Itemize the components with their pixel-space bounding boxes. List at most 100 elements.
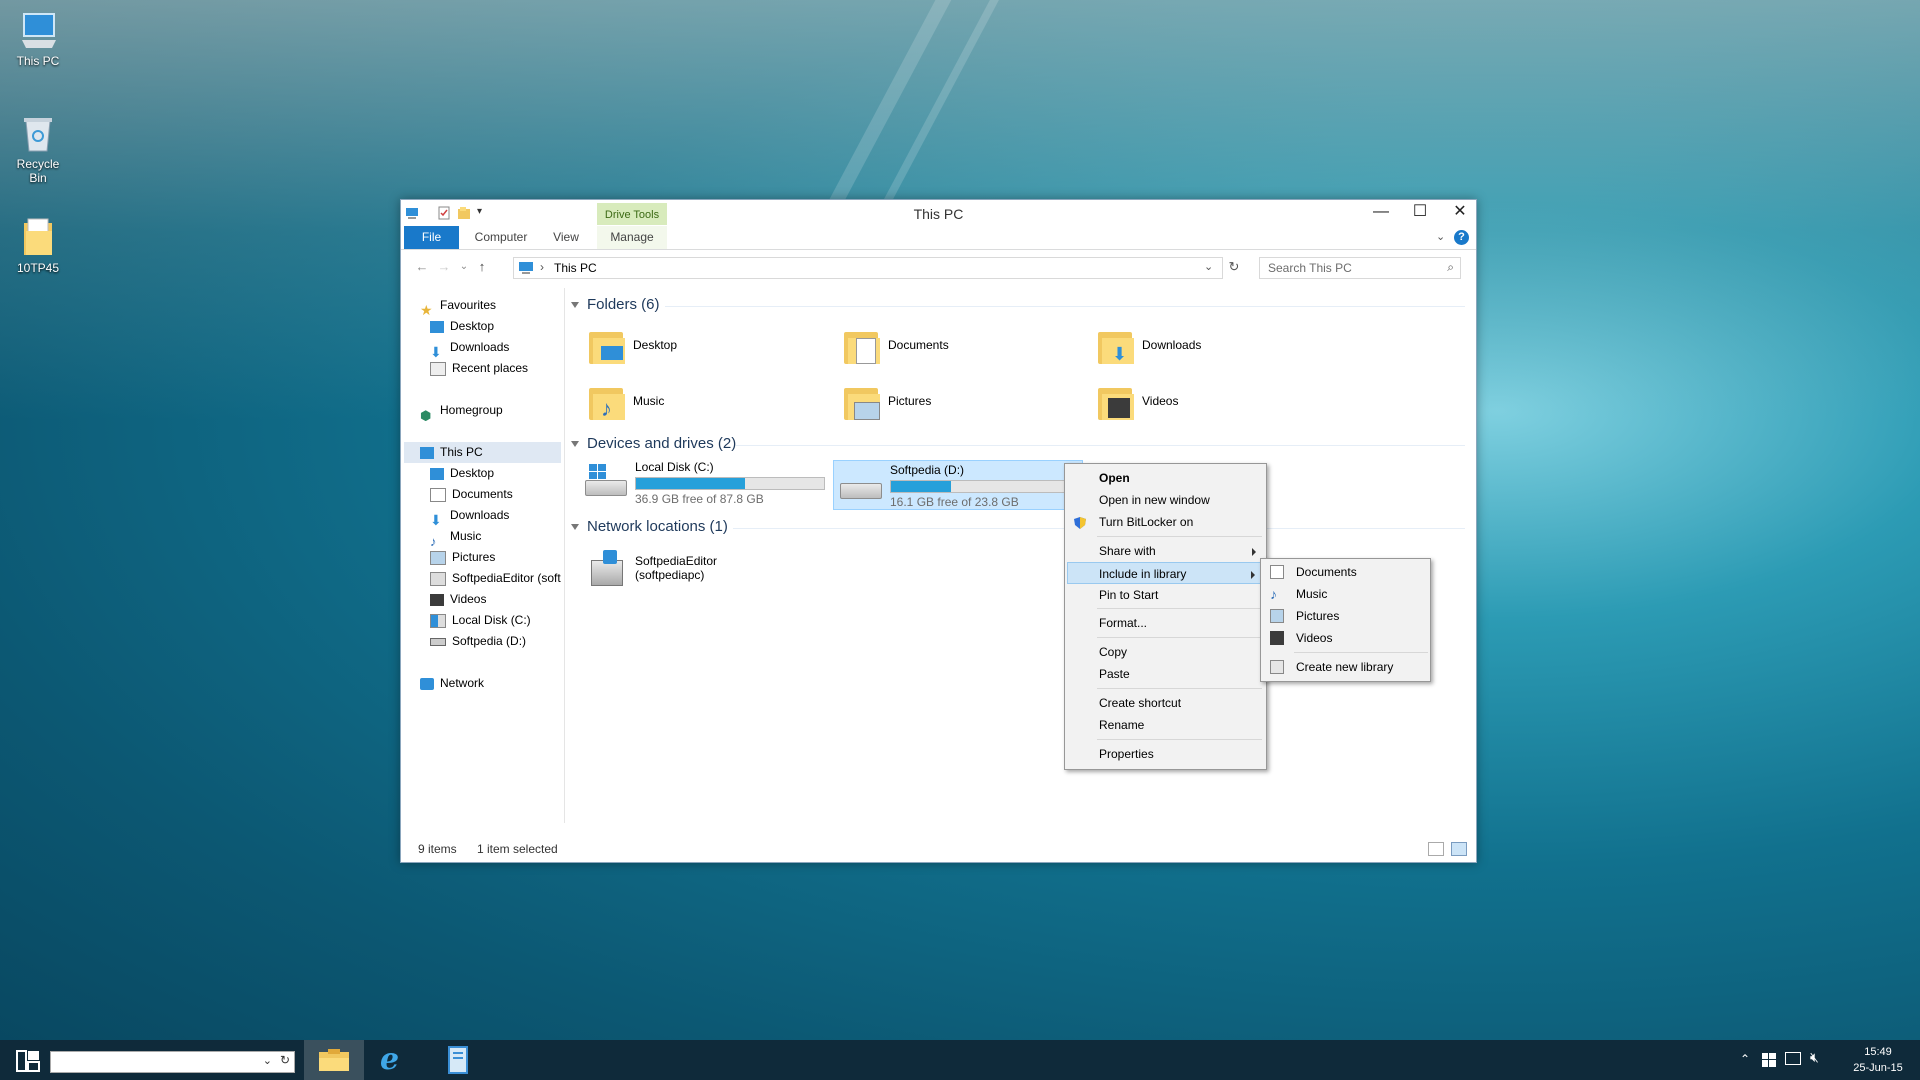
- menu-item-create-shortcut[interactable]: Create shortcut: [1067, 692, 1264, 714]
- menu-separator: [1097, 688, 1262, 689]
- menu-label: Open in new window: [1099, 493, 1210, 507]
- nav-item-network[interactable]: Network: [420, 673, 484, 694]
- address-bar[interactable]: › This PC ⌄: [513, 257, 1223, 279]
- taskbar-clock[interactable]: 15:49 25-Jun-15: [1848, 1044, 1908, 1076]
- minimize-button[interactable]: —: [1361, 200, 1401, 224]
- film-icon: [430, 593, 444, 606]
- large-icons-view-icon[interactable]: [1451, 842, 1467, 856]
- collapse-caret-icon[interactable]: [571, 302, 579, 309]
- collapse-caret-icon[interactable]: [571, 441, 579, 448]
- menu-item-paste[interactable]: Paste: [1067, 663, 1264, 685]
- start-button-icon[interactable]: [16, 1050, 40, 1075]
- nav-item-downloads[interactable]: ⬇ Downloads: [430, 505, 509, 526]
- selection-count: 1 item selected: [477, 842, 558, 856]
- search-input[interactable]: Search This PC: [1268, 261, 1352, 275]
- submenu-item-create-new-library[interactable]: Create new library: [1263, 656, 1428, 678]
- nav-item-local-disk-c[interactable]: Local Disk (C:): [430, 610, 531, 631]
- nav-label: Pictures: [452, 550, 496, 564]
- tab-manage[interactable]: Manage: [597, 226, 667, 249]
- menu-item-share-with[interactable]: Share with: [1067, 540, 1264, 562]
- nav-item-this-pc[interactable]: This PC: [404, 442, 561, 463]
- search-icon[interactable]: ⌕: [1447, 260, 1454, 275]
- menu-item-pin-to-start[interactable]: Pin to Start: [1067, 584, 1264, 606]
- back-arrow-icon[interactable]: ←: [413, 258, 431, 276]
- nav-item-music[interactable]: ♪ Music: [430, 526, 481, 547]
- breadcrumb[interactable]: This PC: [554, 261, 597, 275]
- title-bar[interactable]: ▾ Drive Tools This PC — ☐ ✕: [401, 200, 1476, 226]
- taskbar-search-input[interactable]: ⌄ ↻: [50, 1051, 295, 1073]
- drive-name: Local Disk (C:): [635, 460, 714, 474]
- refresh-icon[interactable]: ↻: [280, 1053, 290, 1067]
- volume-muted-icon[interactable]: 🔇︎: [1810, 1049, 1819, 1066]
- nav-item-homegroup[interactable]: ⬢ Homegroup: [420, 400, 503, 421]
- drive-icon: [840, 483, 882, 499]
- refresh-icon[interactable]: ↻: [1225, 258, 1243, 276]
- help-icon[interactable]: ?: [1454, 230, 1469, 245]
- menu-item-open[interactable]: Open: [1067, 467, 1264, 489]
- menu-label: Paste: [1099, 667, 1130, 681]
- menu-item-open-new-window[interactable]: Open in new window: [1067, 489, 1264, 511]
- search-dropdown-icon[interactable]: ⌄: [263, 1054, 272, 1067]
- nav-item-softpedia-d[interactable]: Softpedia (D:): [430, 631, 526, 652]
- desktop-icon-this-pc[interactable]: This PC: [8, 10, 68, 68]
- menu-item-rename[interactable]: Rename: [1067, 714, 1264, 736]
- window-title: This PC: [913, 206, 964, 222]
- group-header-network[interactable]: Network locations (1): [571, 518, 728, 538]
- group-header-folders[interactable]: Folders (6): [571, 296, 660, 316]
- address-dropdown-icon[interactable]: ⌄: [1204, 260, 1213, 273]
- nav-item-downloads[interactable]: ⬇ Downloads: [430, 337, 509, 358]
- nav-item-videos[interactable]: Videos: [430, 589, 486, 610]
- tab-computer[interactable]: Computer: [466, 226, 536, 249]
- nav-item-documents[interactable]: Documents: [430, 484, 513, 505]
- show-hidden-icons-chevron-icon[interactable]: ⌃: [1740, 1052, 1750, 1066]
- breadcrumb-separator-icon[interactable]: ›: [540, 260, 544, 274]
- submenu-item-pictures[interactable]: Pictures: [1263, 605, 1428, 627]
- desktop-icon-10tp45[interactable]: 10TP45: [8, 217, 68, 275]
- taskbar-file-explorer[interactable]: [304, 1040, 364, 1080]
- drive-free-space: 36.9 GB free of 87.8 GB: [635, 492, 764, 506]
- maximize-button[interactable]: ☐: [1400, 200, 1440, 224]
- tab-view[interactable]: View: [541, 226, 591, 249]
- submenu-item-music[interactable]: ♪ Music: [1263, 583, 1428, 605]
- taskbar-internet-explorer[interactable]: e: [364, 1040, 424, 1080]
- computer-icon: [420, 446, 434, 459]
- nav-item-pictures[interactable]: Pictures: [430, 547, 495, 568]
- menu-item-turn-bitlocker-on[interactable]: Turn BitLocker on: [1067, 511, 1264, 533]
- network-status-icon[interactable]: [1785, 1052, 1801, 1065]
- desktop-icon-recycle-bin[interactable]: Recycle Bin: [8, 113, 68, 185]
- windows-flag-icon[interactable]: [1762, 1053, 1776, 1070]
- menu-item-copy[interactable]: Copy: [1067, 641, 1264, 663]
- menu-item-include-in-library[interactable]: Include in library: [1067, 562, 1264, 584]
- submenu-item-videos[interactable]: Videos: [1263, 627, 1428, 649]
- tab-file[interactable]: File: [404, 226, 459, 249]
- menu-label: Create new library: [1296, 660, 1394, 674]
- nav-item-favourites[interactable]: ★ Favourites: [420, 295, 496, 316]
- group-divider: [665, 306, 1465, 307]
- search-box[interactable]: Search This PC ⌕: [1259, 257, 1461, 279]
- menu-item-format[interactable]: Format...: [1067, 612, 1264, 634]
- menu-item-properties[interactable]: Properties: [1067, 743, 1264, 765]
- collapse-caret-icon[interactable]: [571, 524, 579, 531]
- forward-arrow-icon[interactable]: →: [435, 258, 453, 276]
- pictures-library-icon: [1270, 609, 1284, 623]
- group-header-devices[interactable]: Devices and drives (2): [571, 435, 736, 455]
- drive-tile-local-disk-c[interactable]: Local Disk (C:) 36.9 GB free of 87.8 GB: [585, 458, 831, 508]
- expand-ribbon-icon[interactable]: ⌄: [1436, 230, 1445, 243]
- nav-item-softpediaeditor[interactable]: SoftpediaEditor (softpediapc): [430, 568, 561, 589]
- nav-item-desktop[interactable]: Desktop: [430, 463, 494, 484]
- include-in-library-submenu: Documents ♪ Music Pictures Videos Create…: [1260, 558, 1431, 682]
- close-button[interactable]: ✕: [1440, 200, 1480, 224]
- menu-label: Turn BitLocker on: [1099, 515, 1194, 529]
- menu-label: Rename: [1099, 718, 1145, 732]
- up-arrow-icon[interactable]: ↑: [473, 258, 491, 276]
- details-view-icon[interactable]: [1428, 842, 1444, 856]
- documents-library-icon: [1270, 565, 1284, 579]
- drive-tile-softpedia-d[interactable]: Softpedia (D:) 16.1 GB free of 23.8 GB: [833, 460, 1083, 510]
- taskbar-app[interactable]: [424, 1040, 484, 1080]
- nav-label: Music: [450, 529, 482, 543]
- submenu-item-documents[interactable]: Documents: [1263, 561, 1428, 583]
- nav-item-recent-places[interactable]: Recent places: [430, 358, 528, 379]
- nav-item-desktop[interactable]: Desktop: [430, 316, 494, 337]
- recent-locations-chevron-icon[interactable]: ⌄: [455, 258, 473, 276]
- group-divider: [736, 445, 1465, 446]
